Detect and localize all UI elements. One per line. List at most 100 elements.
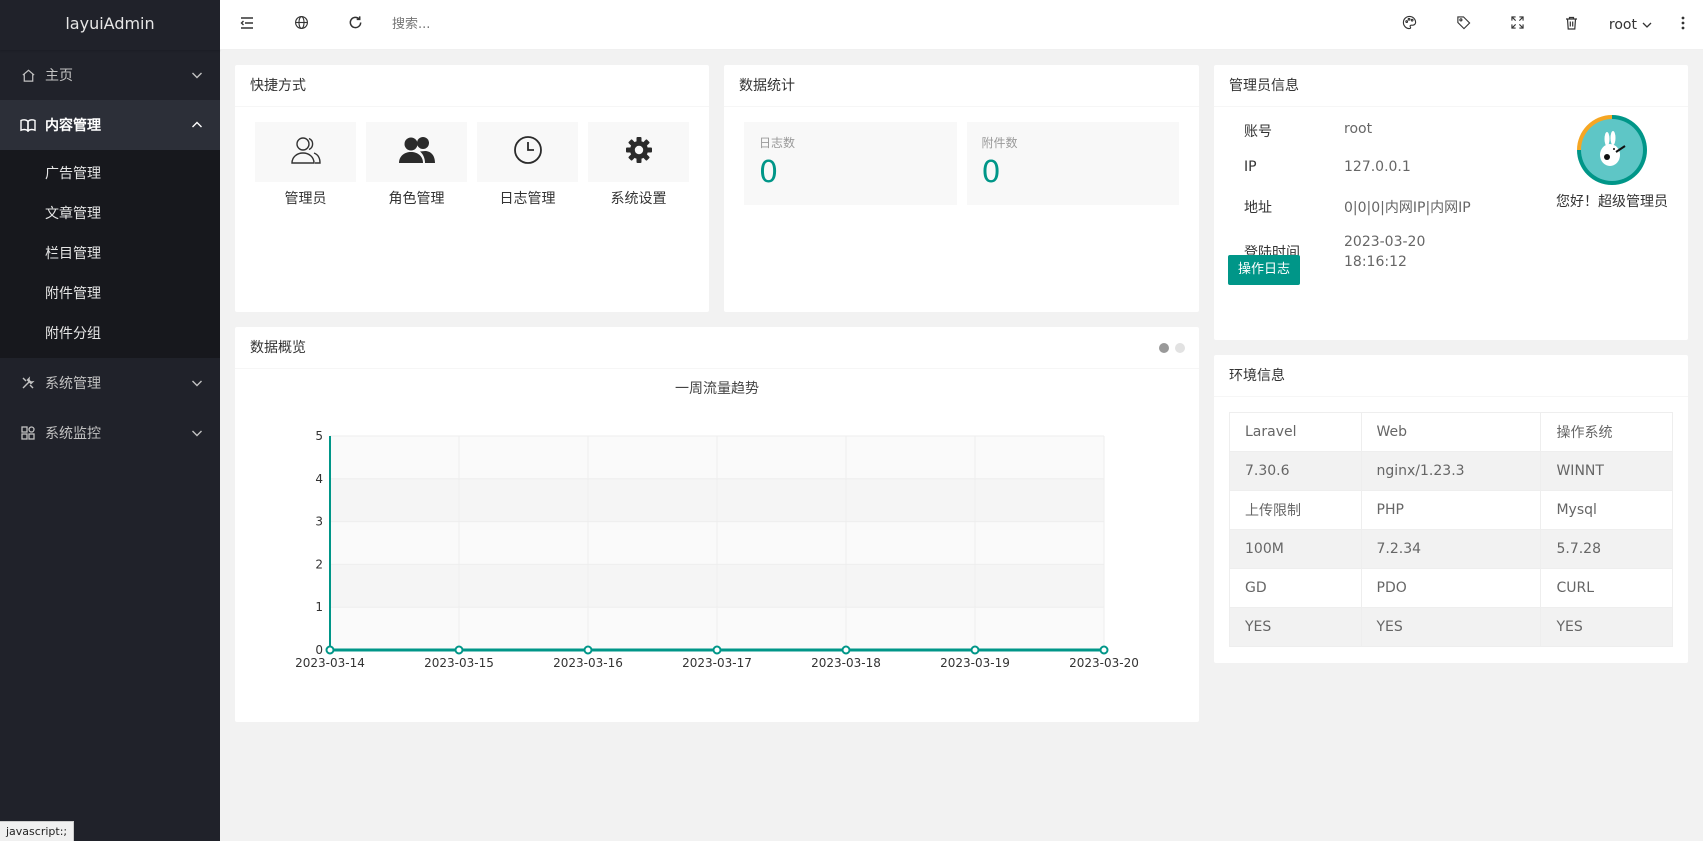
- env-info-card: 环境信息 Laravel Web 操作系统 7.30.6 nginx/1.23.…: [1214, 355, 1688, 663]
- refresh-icon: [348, 15, 363, 34]
- table-cell: nginx/1.23.3: [1360, 451, 1542, 491]
- x-tick-label: 2023-03-20: [1069, 656, 1139, 670]
- table-cell: YES: [1229, 607, 1362, 647]
- carousel-dot-1[interactable]: [1159, 343, 1169, 353]
- table-row: 100M 7.2.34 5.7.28: [1229, 529, 1673, 569]
- table-cell: PHP: [1360, 490, 1542, 530]
- table-cell: 100M: [1229, 529, 1362, 569]
- chevron-down-icon: [190, 426, 204, 440]
- users-solid-icon: [398, 136, 436, 168]
- table-cell: 7.30.6: [1229, 451, 1362, 491]
- clock-icon: [513, 135, 543, 169]
- stat-attachment-count[interactable]: 附件数 0: [966, 122, 1179, 205]
- card-title: 数据概览: [235, 327, 1199, 369]
- sidebar-item-home[interactable]: 主页: [0, 50, 220, 100]
- chart-title: 一周流量趋势: [675, 381, 759, 397]
- submenu-item-attachment-groups[interactable]: 附件分组: [0, 314, 220, 354]
- chevron-down-icon: [190, 68, 204, 82]
- table-cell: 上传限制: [1229, 490, 1362, 530]
- theme-button[interactable]: [1383, 0, 1437, 50]
- app-logo[interactable]: layuiAdmin: [0, 0, 220, 50]
- carousel-dot-2[interactable]: [1175, 343, 1185, 353]
- data-point: [712, 645, 722, 655]
- clear-cache-button[interactable]: [1545, 0, 1599, 50]
- env-table: Laravel Web 操作系统 7.30.6 nginx/1.23.3 WIN…: [1229, 412, 1673, 647]
- greeting-text: 您好！超级管理员: [1556, 194, 1668, 210]
- y-tick-label: 1: [315, 600, 323, 614]
- submenu-item-attachments[interactable]: 附件管理: [0, 274, 220, 314]
- info-key: 地址: [1244, 200, 1272, 216]
- chevron-up-icon: [190, 118, 204, 132]
- stat-log-count[interactable]: 日志数 0: [744, 122, 957, 205]
- info-row-login-time: 登陆时间 2023-03-20 18:16:12: [1244, 232, 1673, 272]
- shrink-icon: [239, 15, 255, 35]
- table-cell: GD: [1229, 568, 1362, 608]
- stat-value: 0: [981, 155, 1001, 190]
- shortcut-admin[interactable]: 管理员: [255, 122, 356, 208]
- data-point: [1099, 645, 1109, 655]
- avatar[interactable]: [1577, 115, 1647, 185]
- fullscreen-icon: [1511, 16, 1525, 33]
- globe-icon: [294, 15, 309, 34]
- card-title: 环境信息: [1214, 355, 1688, 397]
- sidebar-toggle-button[interactable]: [220, 0, 274, 50]
- table-cell: PDO: [1360, 568, 1542, 608]
- stat-label: 日志数: [759, 136, 796, 150]
- shortcut-label: 系统设置: [610, 191, 667, 207]
- x-tick-label: 2023-03-17: [682, 656, 752, 670]
- submenu-item-articles[interactable]: 文章管理: [0, 194, 220, 234]
- shortcut-logs[interactable]: 日志管理: [477, 122, 578, 208]
- sidebar-item-content[interactable]: 内容管理: [0, 100, 220, 150]
- search-input[interactable]: [392, 9, 652, 40]
- home-icon: [20, 67, 36, 83]
- sidebar-item-monitor[interactable]: 系统监控: [0, 408, 220, 458]
- header-actions: root: [1383, 0, 1703, 50]
- info-key: IP: [1244, 159, 1257, 175]
- x-tick-label: 2023-03-18: [811, 656, 881, 670]
- table-cell: Laravel: [1229, 412, 1362, 452]
- x-tick-label: 2023-03-16: [553, 656, 623, 670]
- shortcut-roles[interactable]: 角色管理: [366, 122, 467, 208]
- card-title: 数据统计: [724, 65, 1199, 107]
- y-tick-label: 0: [315, 643, 323, 657]
- sidebar-item-label: 内容管理: [45, 118, 101, 134]
- note-button[interactable]: [1437, 0, 1491, 50]
- table-row: YES YES YES: [1229, 607, 1673, 647]
- user-menu[interactable]: root: [1599, 0, 1663, 50]
- user-name: root: [1608, 16, 1637, 33]
- top-header: root: [220, 0, 1703, 50]
- fullscreen-button[interactable]: [1491, 0, 1545, 50]
- table-cell: 操作系统: [1540, 412, 1673, 452]
- x-tick-label: 2023-03-15: [424, 656, 494, 670]
- table-cell: WINNT: [1540, 451, 1673, 491]
- submenu-item-columns[interactable]: 栏目管理: [0, 234, 220, 274]
- submenu-item-ads[interactable]: 广告管理: [0, 154, 220, 194]
- sidebar: layuiAdmin 主页 内容管理 广告管理 文章管理 栏目管理 附件管理 附…: [0, 0, 220, 841]
- more-icon: [1681, 16, 1685, 34]
- card-title: 管理员信息: [1214, 65, 1688, 107]
- sidebar-item-label: 主页: [45, 68, 73, 84]
- info-key: 账号: [1244, 124, 1272, 140]
- admin-info-card: 管理员信息 账号 root IP 127.0.0.1 地址 0|0|0|内网IP…: [1214, 65, 1688, 340]
- app-icon: [20, 425, 36, 441]
- table-cell: YES: [1360, 607, 1542, 647]
- table-cell: 7.2.34: [1360, 529, 1542, 569]
- y-tick-label: 3: [315, 515, 323, 529]
- shortcuts-card: 快捷方式 管理员 角色管理 日志管理 系统设置: [235, 65, 709, 312]
- sidebar-item-label: 系统监控: [45, 426, 101, 442]
- stats-card: 数据统计 日志数 0 附件数 0: [724, 65, 1199, 312]
- browser-status-bar: javascript:;: [0, 821, 75, 841]
- operation-log-button[interactable]: 操作日志: [1228, 255, 1301, 285]
- data-point: [325, 645, 335, 655]
- sidebar-item-system[interactable]: 系统管理: [0, 358, 220, 408]
- website-button[interactable]: [274, 0, 328, 50]
- more-button[interactable]: [1663, 0, 1703, 50]
- reader-icon: [20, 117, 36, 133]
- traffic-line-chart: 一周流量趋势 0 1 2 3 4 5 2023-03-14 2023-03-15 2023-03…: [295, 381, 1139, 670]
- table-cell: YES: [1540, 607, 1673, 647]
- overview-card: 数据概览 一周流量趋势 0 1 2 3 4 5 2023-03-14 2023-03-15 20…: [235, 327, 1199, 722]
- shortcut-settings[interactable]: 系统设置: [588, 122, 689, 208]
- refresh-button[interactable]: [328, 0, 382, 50]
- table-cell: CURL: [1540, 568, 1673, 608]
- table-cell: Web: [1360, 412, 1542, 452]
